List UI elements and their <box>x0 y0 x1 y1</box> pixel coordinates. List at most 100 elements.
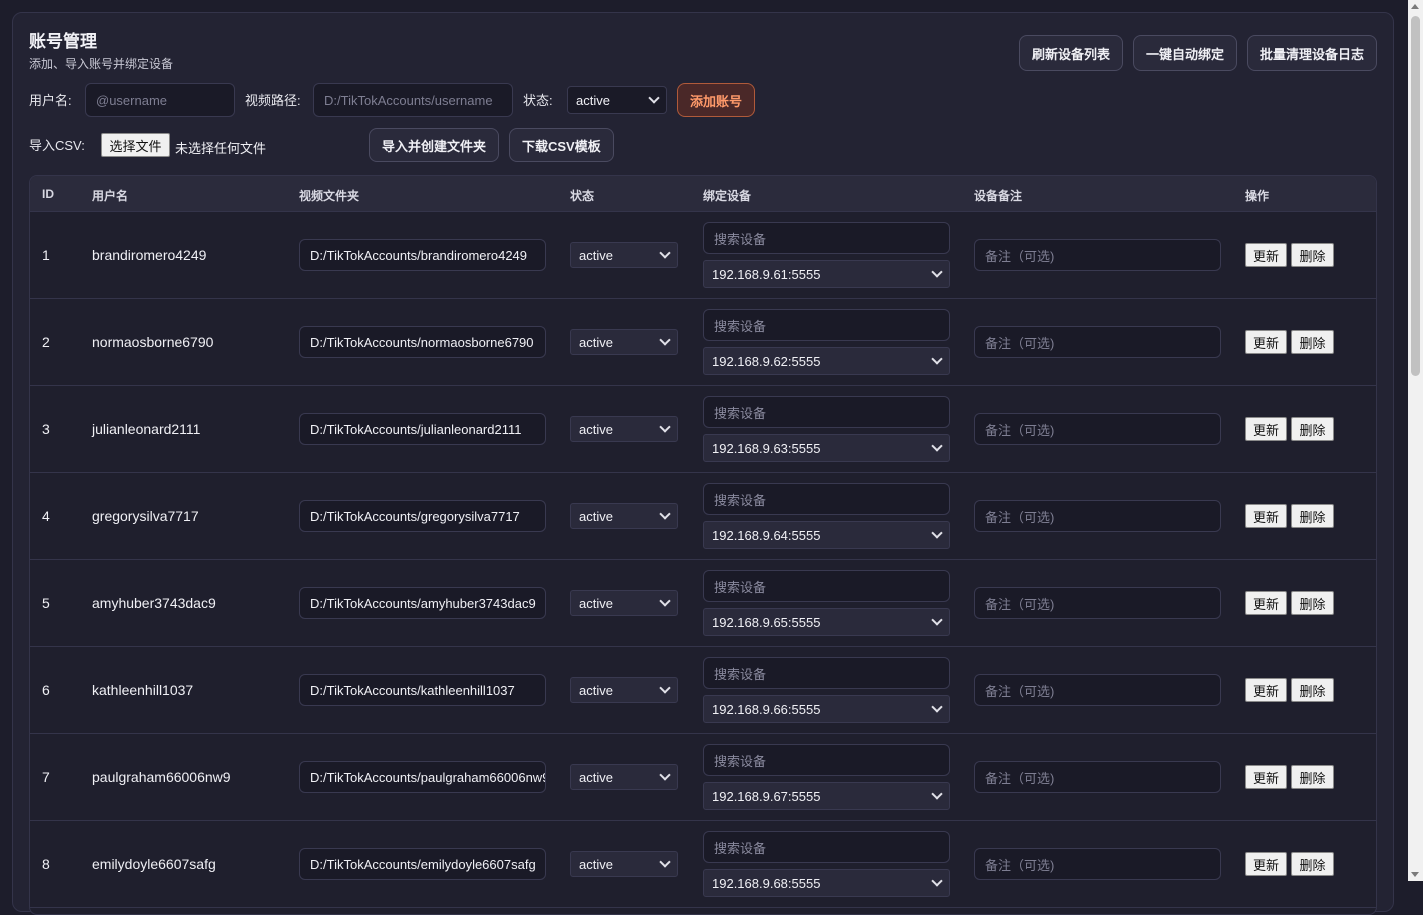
row-status-value: active <box>579 769 613 785</box>
chevron-down-icon <box>931 353 943 365</box>
row-username: normaosborne6790 <box>92 334 214 350</box>
add-account-button[interactable]: 添加账号 <box>677 83 755 117</box>
row-username: emilydoyle6607safg <box>92 856 216 872</box>
device-note-input[interactable]: 备注（可选) <box>974 326 1221 358</box>
row-status-value: active <box>579 595 613 611</box>
chevron-down-icon <box>931 527 943 539</box>
device-note-input[interactable]: 备注（可选) <box>974 413 1221 445</box>
folder-input[interactable]: D:/TikTokAccounts/paulgraham66006nw9 <box>299 761 546 793</box>
device-search-input[interactable]: 搜索设备 <box>703 483 950 515</box>
device-search-input[interactable]: 搜索设备 <box>703 396 950 428</box>
update-button[interactable]: 更新 <box>1245 852 1287 876</box>
device-note-input[interactable]: 备注（可选) <box>974 500 1221 532</box>
device-select[interactable]: 192.168.9.66:5555 <box>703 695 950 723</box>
update-button[interactable]: 更新 <box>1245 765 1287 789</box>
device-search-input[interactable]: 搜索设备 <box>703 831 950 863</box>
row-status-select[interactable]: active <box>570 416 678 442</box>
device-search-input[interactable]: 搜索设备 <box>703 570 950 602</box>
delete-button[interactable]: 删除 <box>1291 591 1334 615</box>
device-search-input[interactable]: 搜索设备 <box>703 222 950 254</box>
choose-file-button[interactable]: 选择文件 <box>101 133 170 157</box>
device-select[interactable]: 192.168.9.64:5555 <box>703 521 950 549</box>
table-header: ID 用户名 视频文件夹 状态 绑定设备 设备备注 操作 <box>30 176 1376 212</box>
accounts-table: ID 用户名 视频文件夹 状态 绑定设备 设备备注 操作 1 brandirom… <box>29 175 1377 915</box>
device-note-placeholder: 备注（可选) <box>985 857 1055 873</box>
table-row: 6 kathleenhill1037 D:/TikTokAccounts/kat… <box>30 647 1376 734</box>
device-note-input[interactable]: 备注（可选) <box>974 587 1221 619</box>
delete-button[interactable]: 删除 <box>1291 504 1334 528</box>
chevron-down-icon <box>931 614 943 626</box>
username-input[interactable]: @username <box>85 83 235 117</box>
chevron-down-icon <box>931 701 943 713</box>
device-select[interactable]: 192.168.9.67:5555 <box>703 782 950 810</box>
folder-input[interactable]: D:/TikTokAccounts/julianleonard2111 <box>299 413 546 445</box>
update-button[interactable]: 更新 <box>1245 330 1287 354</box>
col-status: 状态 <box>570 189 595 203</box>
chevron-down-icon <box>659 595 671 607</box>
device-search-placeholder: 搜索设备 <box>714 318 767 334</box>
update-button[interactable]: 更新 <box>1245 591 1287 615</box>
page-scrollbar[interactable] <box>1408 0 1423 881</box>
status-select[interactable]: active <box>567 86 667 114</box>
auto-bind-button[interactable]: 一键自动绑定 <box>1132 35 1237 71</box>
folder-input[interactable]: D:/TikTokAccounts/normaosborne6790 <box>299 326 546 358</box>
row-status-select[interactable]: active <box>570 503 678 529</box>
device-search-placeholder: 搜索设备 <box>714 579 767 595</box>
device-search-input[interactable]: 搜索设备 <box>703 744 950 776</box>
refresh-devices-button[interactable]: 刷新设备列表 <box>1018 35 1123 71</box>
update-button[interactable]: 更新 <box>1245 504 1287 528</box>
device-select[interactable]: 192.168.9.68:5555 <box>703 869 950 897</box>
col-actions: 操作 <box>1245 189 1270 203</box>
row-status-select[interactable]: active <box>570 329 678 355</box>
folder-input[interactable]: D:/TikTokAccounts/emilydoyle6607safg <box>299 848 546 880</box>
folder-input[interactable]: D:/TikTokAccounts/gregorysilva7717 <box>299 500 546 532</box>
chevron-down-icon <box>659 769 671 781</box>
download-csv-template-button[interactable]: 下载CSV模板 <box>509 128 614 162</box>
device-search-input[interactable]: 搜索设备 <box>703 309 950 341</box>
device-note-placeholder: 备注（可选) <box>985 683 1055 699</box>
chevron-down-icon <box>648 92 660 104</box>
device-note-input[interactable]: 备注（可选) <box>974 674 1221 706</box>
page-title: 账号管理 <box>29 32 97 51</box>
device-search-placeholder: 搜索设备 <box>714 753 767 769</box>
delete-button[interactable]: 删除 <box>1291 852 1334 876</box>
device-select[interactable]: 192.168.9.65:5555 <box>703 608 950 636</box>
delete-button[interactable]: 删除 <box>1291 330 1334 354</box>
device-select[interactable]: 192.168.9.61:5555 <box>703 260 950 288</box>
folder-input[interactable]: D:/TikTokAccounts/amyhuber3743dac9 <box>299 587 546 619</box>
delete-button[interactable]: 删除 <box>1291 243 1334 267</box>
import-create-folder-button[interactable]: 导入并创建文件夹 <box>369 128 500 162</box>
clear-logs-button[interactable]: 批量清理设备日志 <box>1246 35 1377 71</box>
row-status-select[interactable]: active <box>570 590 678 616</box>
device-note-input[interactable]: 备注（可选) <box>974 761 1221 793</box>
update-button[interactable]: 更新 <box>1245 678 1287 702</box>
device-note-input[interactable]: 备注（可选) <box>974 848 1221 880</box>
account-management-panel: 账号管理 添加、导入账号并绑定设备 刷新设备列表 一键自动绑定 批量清理设备日志… <box>12 12 1394 915</box>
delete-button[interactable]: 删除 <box>1291 678 1334 702</box>
row-status-select[interactable]: active <box>570 677 678 703</box>
row-status-select[interactable]: active <box>570 851 678 877</box>
scroll-thumb[interactable] <box>1411 16 1420 376</box>
row-status-value: active <box>579 247 613 263</box>
row-status-select[interactable]: active <box>570 242 678 268</box>
chevron-down-icon <box>931 875 943 887</box>
status-label: 状态: <box>523 93 553 108</box>
folder-value: D:/TikTokAccounts/brandiromero4249 <box>310 247 528 263</box>
video-path-input[interactable]: D:/TikTokAccounts/username <box>313 83 513 117</box>
header-actions: 刷新设备列表 一键自动绑定 批量清理设备日志 <box>1018 35 1377 71</box>
device-search-placeholder: 搜索设备 <box>714 231 767 247</box>
delete-button[interactable]: 删除 <box>1291 765 1334 789</box>
row-status-select[interactable]: active <box>570 764 678 790</box>
folder-input[interactable]: D:/TikTokAccounts/brandiromero4249 <box>299 239 546 271</box>
scroll-down-icon[interactable] <box>1411 872 1419 877</box>
device-select[interactable]: 192.168.9.63:5555 <box>703 434 950 462</box>
update-button[interactable]: 更新 <box>1245 417 1287 441</box>
status-select-value: active <box>576 92 610 108</box>
device-select[interactable]: 192.168.9.62:5555 <box>703 347 950 375</box>
update-button[interactable]: 更新 <box>1245 243 1287 267</box>
folder-input[interactable]: D:/TikTokAccounts/kathleenhill1037 <box>299 674 546 706</box>
scroll-up-icon[interactable] <box>1411 4 1419 9</box>
device-search-input[interactable]: 搜索设备 <box>703 657 950 689</box>
delete-button[interactable]: 删除 <box>1291 417 1334 441</box>
device-note-input[interactable]: 备注（可选) <box>974 239 1221 271</box>
